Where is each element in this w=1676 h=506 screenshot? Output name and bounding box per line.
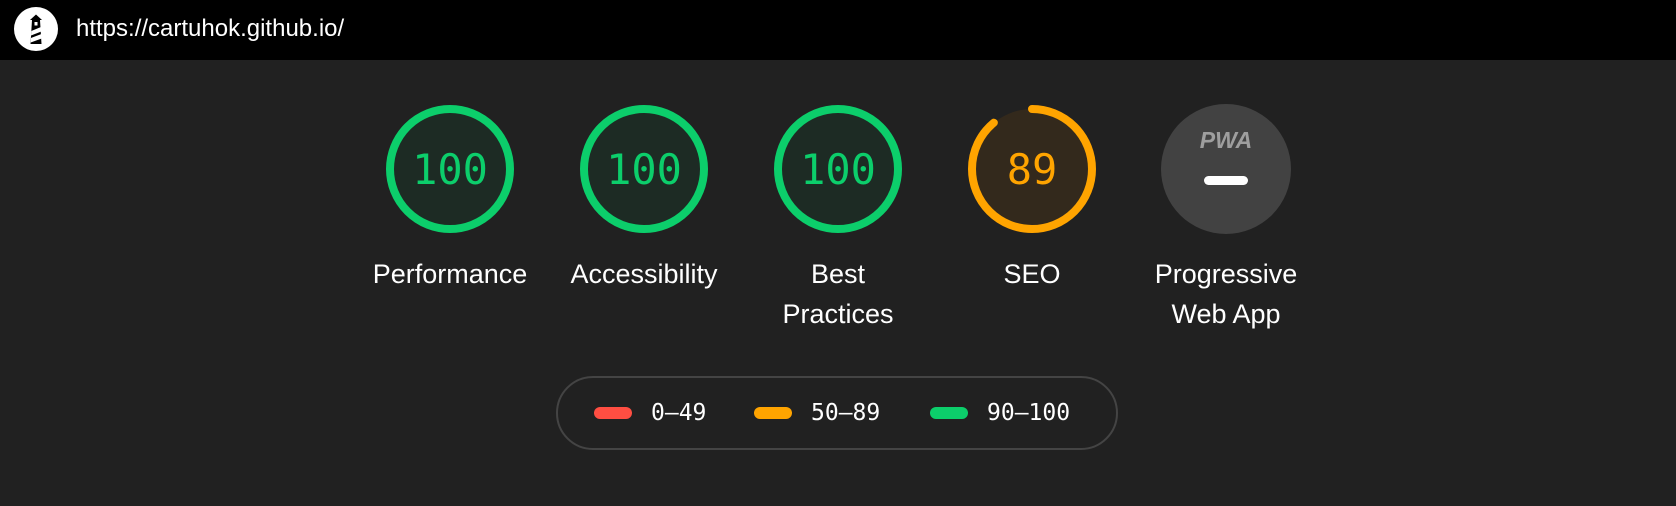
legend-item-fail: 0–49	[594, 378, 706, 448]
gauge-best-practices[interactable]: 100 Best Practices	[738, 104, 938, 334]
legend-range: 0–49	[651, 400, 707, 426]
score-gauge: 100	[386, 105, 514, 233]
pwa-dash-icon	[1204, 176, 1248, 185]
gauge-pwa[interactable]: PWA Progressive Web App	[1126, 104, 1326, 334]
legend-swatch	[594, 407, 632, 419]
gauge-label: SEO	[1003, 259, 1061, 289]
score-gauge: 100	[774, 105, 902, 233]
lighthouse-icon[interactable]	[14, 7, 58, 51]
gauge-score: 100	[412, 145, 488, 194]
legend-swatch	[930, 407, 968, 419]
gauge-seo[interactable]: 89 SEO	[932, 104, 1132, 294]
gauge-accessibility[interactable]: 100 Accessibility	[544, 104, 744, 294]
score-gauge: 89	[968, 105, 1096, 233]
gauge-label: Best Practices	[782, 259, 894, 329]
gauge-score: 100	[800, 145, 876, 194]
gauge-label: Progressive Web App	[1154, 259, 1298, 329]
pwa-badge-text: PWA	[1200, 127, 1252, 153]
legend-swatch	[754, 407, 792, 419]
legend-item-pass: 90–100	[930, 378, 1070, 448]
report-url[interactable]: https://cartuhok.github.io/	[76, 14, 344, 44]
gauge-label: Performance	[372, 259, 528, 289]
score-gauge: 100	[580, 105, 708, 233]
gauge-score: 100	[606, 145, 682, 194]
legend-range: 50–89	[811, 400, 881, 426]
score-scale-legend: 0–49 50–89 90–100	[556, 376, 1118, 450]
gauge-performance[interactable]: 100 Performance	[350, 104, 550, 294]
gauge-label: Accessibility	[570, 259, 718, 289]
legend-item-average: 50–89	[754, 378, 880, 448]
pwa-icon: PWA	[1161, 104, 1291, 234]
gauge-score: 89	[1007, 145, 1058, 194]
report-header: https://cartuhok.github.io/	[0, 0, 1676, 60]
legend-range: 90–100	[987, 400, 1071, 426]
